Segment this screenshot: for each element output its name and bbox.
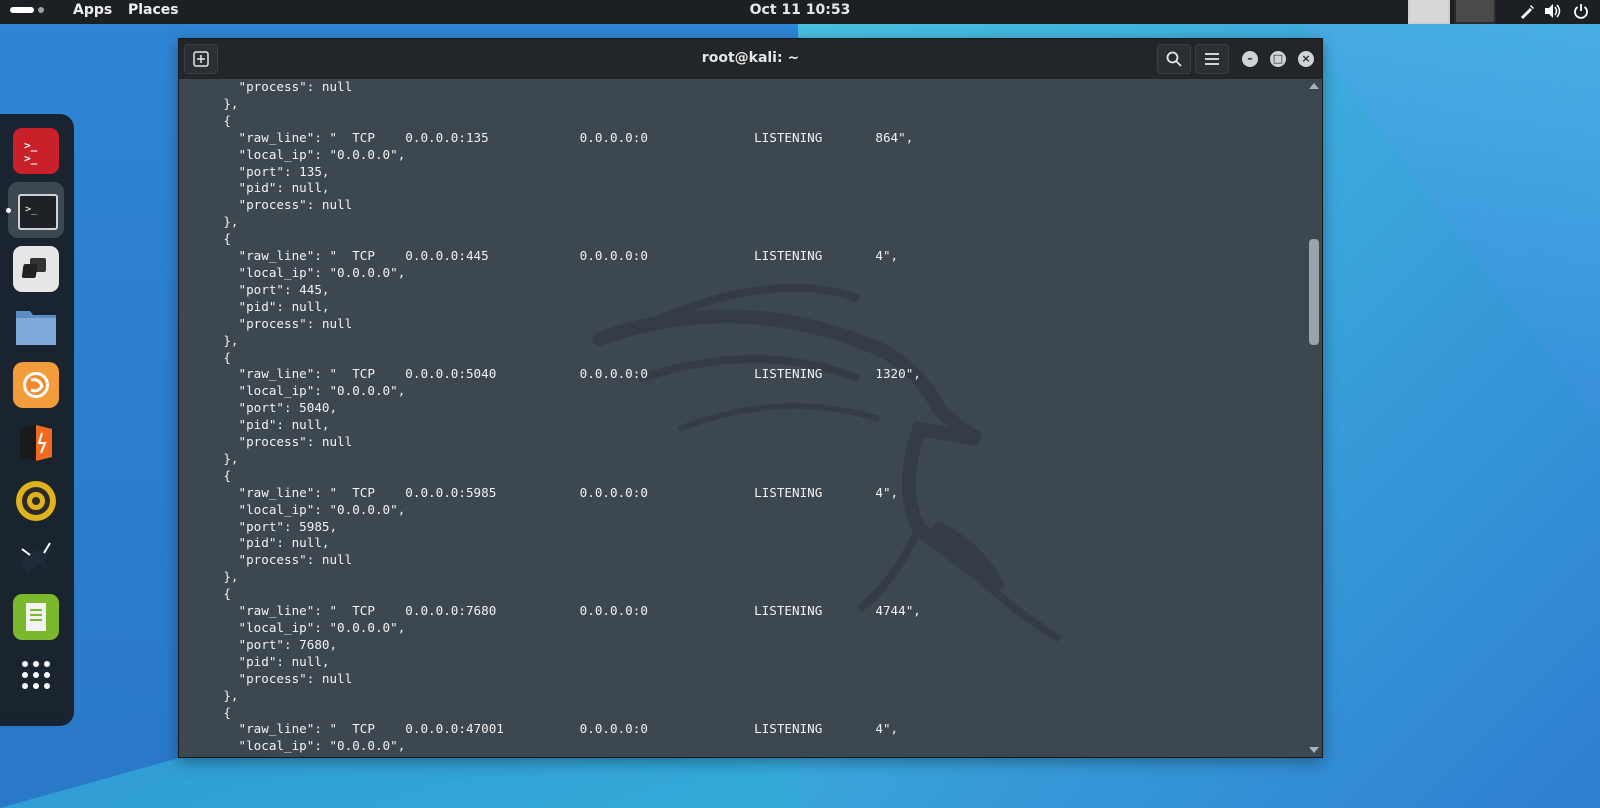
terminal-window: root@kali: ~ – □ × "process": null }, { … xyxy=(178,38,1323,758)
activities-button[interactable] xyxy=(10,7,44,13)
terminal-line: { xyxy=(223,349,231,365)
terminal-line: { xyxy=(223,112,231,128)
files-icon[interactable] xyxy=(13,304,59,350)
clock[interactable]: Oct 11 10:53 xyxy=(0,2,1600,18)
terminal-line: "process": null xyxy=(238,315,353,331)
svg-text:>_: >_ xyxy=(25,204,38,215)
terminal-line: "raw_line": " TCP 0.0.0.0:5985 0.0.0.0:0… xyxy=(238,484,899,500)
remote-desktop-icon[interactable] xyxy=(13,246,59,292)
terminal-line: { xyxy=(223,704,231,720)
svg-text:>_: >_ xyxy=(24,152,38,165)
terminal-line: "process": null xyxy=(238,79,353,94)
terminal-line: "raw_line": " TCP 0.0.0.0:5040 0.0.0.0:0… xyxy=(238,366,921,382)
app-grid-icon[interactable] xyxy=(13,652,59,698)
scroll-up-icon[interactable] xyxy=(1309,83,1319,89)
terminal-line: "process": null xyxy=(238,670,353,686)
terminal-line: { xyxy=(223,231,231,247)
terminal-line: "process": null xyxy=(238,552,353,568)
firefox-icon[interactable] xyxy=(13,362,59,408)
scrollbar[interactable] xyxy=(1307,79,1322,757)
svg-text:>_: >_ xyxy=(24,139,38,152)
terminal-line: { xyxy=(223,467,231,483)
terminal-line: "pid": null, xyxy=(238,417,330,433)
minimize-button[interactable]: – xyxy=(1242,51,1258,67)
terminal-line: "port": 445, xyxy=(238,281,330,297)
terminal-line: "port": 5040, xyxy=(238,400,338,416)
terminal-icon[interactable]: >_ xyxy=(18,194,58,230)
scrollbar-thumb[interactable] xyxy=(1309,239,1319,345)
terminal-line: { xyxy=(223,586,231,602)
hamburger-icon xyxy=(1205,53,1219,65)
terminal-line: "pid": null, xyxy=(238,653,330,669)
terminal-line: "pid": null, xyxy=(238,180,330,196)
terminal-line: }, xyxy=(223,95,239,111)
terminal-line: "pid": null, xyxy=(238,298,330,314)
workspace-1[interactable] xyxy=(1408,0,1450,24)
close-button[interactable]: × xyxy=(1298,51,1314,67)
terminal-line: }, xyxy=(223,332,239,348)
power-icon[interactable] xyxy=(1572,3,1590,21)
terminal-line: }, xyxy=(223,214,239,230)
terminal-line: "port": 7680, xyxy=(238,636,338,652)
volume-icon[interactable] xyxy=(1544,3,1562,21)
workspace-2[interactable] xyxy=(1454,0,1496,24)
window-title: root@kali: ~ xyxy=(701,50,800,66)
dock: >_ >_ >_ xyxy=(0,114,74,726)
places-menu[interactable]: Places xyxy=(128,2,179,18)
maximize-button[interactable]: □ xyxy=(1270,51,1286,67)
terminal-line: "raw_line": " TCP 0.0.0.0:445 0.0.0.0:0 … xyxy=(238,248,899,264)
burpsuite-icon[interactable] xyxy=(13,420,59,466)
terminal-line: "local_ip": "0.0.0.0", xyxy=(238,738,406,754)
workspace-dot xyxy=(38,7,44,13)
pen-icon[interactable] xyxy=(1518,3,1536,21)
terminal-line: "process": null xyxy=(238,197,353,213)
terminal-line: "raw_line": " TCP 0.0.0.0:135 0.0.0.0:0 … xyxy=(238,129,914,145)
terminal-content[interactable]: "process": null }, { "raw_line": " TCP 0… xyxy=(179,79,1307,757)
terminal-line: }, xyxy=(223,569,239,585)
menu-button[interactable] xyxy=(1195,44,1229,74)
terminal-line: "port": 5985, xyxy=(238,518,338,534)
radar-icon[interactable] xyxy=(13,478,59,524)
window-titlebar[interactable]: root@kali: ~ – □ × xyxy=(179,39,1322,79)
terminal-line: }, xyxy=(223,687,239,703)
terminal-line: "port": 135, xyxy=(238,163,330,179)
terminal-line: "local_ip": "0.0.0.0", xyxy=(238,383,406,399)
terminal-line: }, xyxy=(223,450,239,466)
terminal-line: "raw_line": " TCP 0.0.0.0:7680 0.0.0.0:0… xyxy=(238,603,921,619)
terminal-line: "raw_line": " TCP 0.0.0.0:47001 0.0.0.0:… xyxy=(238,721,899,737)
terminal-line: "local_ip": "0.0.0.0", xyxy=(238,620,406,635)
terminal-output: "process": null }, { "raw_line": " TCP 0… xyxy=(193,79,921,755)
terminal-line: "local_ip": "0.0.0.0", xyxy=(238,146,406,162)
terminal-line: "local_ip": "0.0.0.0", xyxy=(238,501,406,517)
terminal-line: "process": null xyxy=(238,434,353,450)
search-icon xyxy=(1166,51,1182,67)
text-editor-icon[interactable] xyxy=(13,594,59,640)
metasploit-icon[interactable] xyxy=(13,536,59,582)
terminal-line: "pid": null, xyxy=(238,535,330,551)
running-indicator xyxy=(6,208,11,213)
workspace-indicator xyxy=(10,7,34,13)
terminal-line: "local_ip": "0.0.0.0", xyxy=(238,264,406,280)
search-button[interactable] xyxy=(1157,44,1191,74)
apps-menu[interactable]: Apps xyxy=(73,2,112,18)
scroll-down-icon[interactable] xyxy=(1309,747,1319,753)
top-bar: Apps Places Oct 11 10:53 xyxy=(0,0,1600,24)
terminal-red-icon[interactable]: >_ >_ xyxy=(13,128,59,174)
